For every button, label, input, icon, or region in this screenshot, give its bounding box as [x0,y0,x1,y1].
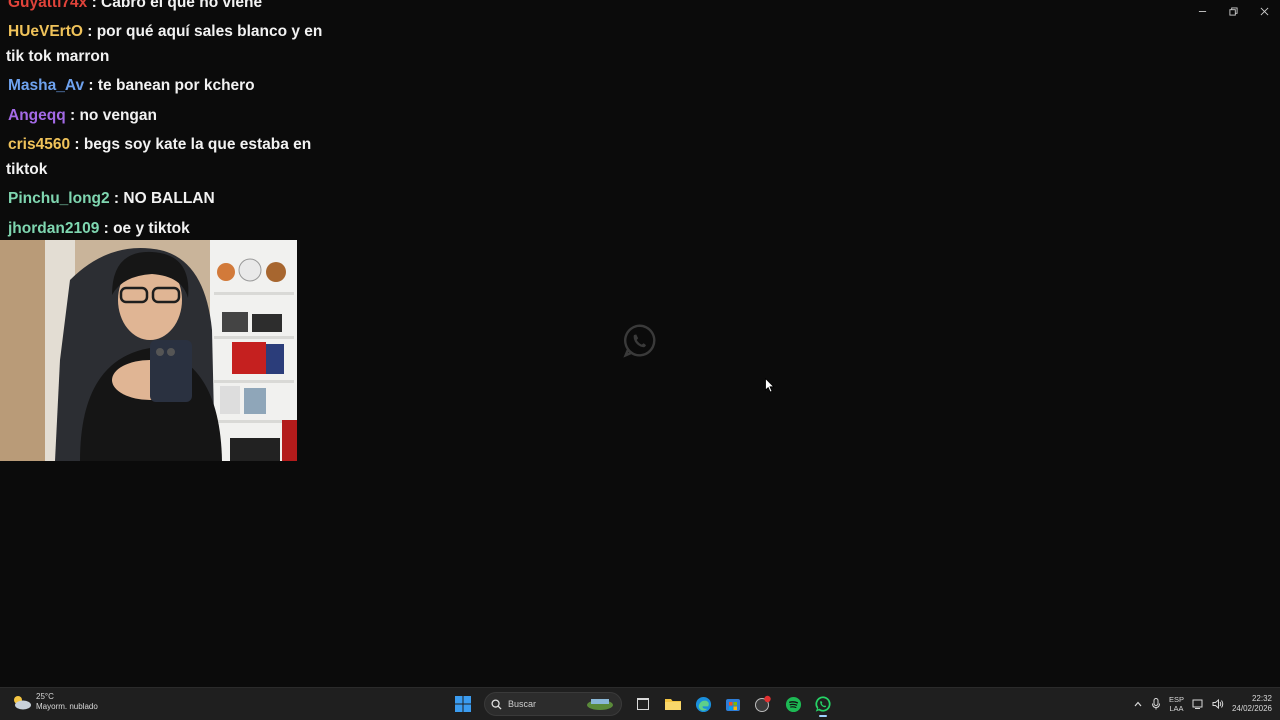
language-line-1: ESP [1168,695,1184,704]
spotify-icon [785,696,801,712]
taskbar-app-whatsapp[interactable] [810,691,836,717]
close-button[interactable] [1249,0,1280,22]
chat-username: Guyatti74x [8,0,88,11]
chat-text: Cabro el que no viene [101,0,263,11]
clock-date: 24/02/2026 [1231,704,1272,713]
whatsapp-icon [815,696,831,712]
mouse-cursor-icon [765,378,775,393]
active-app-indicator [819,715,827,717]
chat-username: jhordan2109 [8,219,100,237]
webcam-feed [0,240,297,461]
screen: Guyatti74x : Cabro el que no viene HUeVE… [0,0,1280,720]
chat-username: HUeVErtO [8,23,83,40]
chat-username: Masha_Av [8,77,85,94]
chat-username: Angeqq [8,106,66,124]
weather-widget[interactable]: 25°C Mayorm. nublado [10,692,98,712]
taskbar-app-terminal[interactable] [630,691,656,717]
chat-overlay: Guyatti74x : Cabro el que no viene HUeVE… [0,0,330,244]
chat-text: no vengan [79,106,157,124]
start-button[interactable] [450,691,476,717]
edge-icon [695,696,711,712]
window-controls [1187,0,1280,22]
taskbar-app-other[interactable] [750,691,776,717]
restore-button[interactable] [1218,0,1249,22]
search-highlight-icon [587,699,613,710]
file-explorer-icon [665,699,681,710]
chat-separator: : [87,0,102,11]
windows-start-icon [455,696,471,712]
chat-message: Pinchu_long2 : NO BALLAN [0,185,330,215]
chat-separator: : [70,136,84,153]
restore-icon [1229,6,1238,16]
minimize-button[interactable] [1187,0,1218,22]
taskbar-search[interactable]: Buscar [484,692,622,716]
chat-message: Masha_Av : te banean por kchero [0,72,330,102]
chevron-up-icon[interactable] [1133,699,1143,709]
chat-username: cris4560 [8,136,71,153]
store-icon [726,699,740,711]
clock[interactable]: 22:32 24/02/2026 [1232,694,1272,714]
search-icon [491,698,502,710]
taskbar-app-spotify[interactable] [780,691,806,717]
chat-text: te banean por kchero [97,77,255,94]
chat-separator: : [65,106,80,124]
clock-time: 22:32 [1251,694,1272,703]
chat-separator: : [99,219,114,237]
taskbar-app-edge[interactable] [690,691,716,717]
chat-username: Pinchu_long2 [8,190,110,207]
language-line-2: LAA [1169,704,1184,713]
volume-icon[interactable] [1212,698,1224,710]
microphone-icon[interactable] [1151,698,1161,710]
chat-separator: : [84,77,98,94]
chat-message: Angeqq : no vengan [0,101,330,131]
chat-text: NO BALLAN [123,190,215,207]
taskbar-app-store[interactable] [720,691,746,717]
app-icon [755,695,771,712]
weather-temp: 25°C [36,692,54,701]
chat-message: cris4560 : begs soy kate la que estaba e… [0,131,330,185]
chat-message: Guyatti74x : Cabro el que no viene [0,0,330,18]
whatsapp-watermark-icon [623,324,656,358]
chat-text: oe y tiktok [113,219,190,237]
taskbar: 25°C Mayorm. nublado Buscar ESP LAA 22:3… [0,687,1280,720]
system-tray: ESP LAA 22:32 24/02/2026 [1133,691,1272,717]
network-icon[interactable] [1192,698,1204,710]
minimize-icon [1198,10,1207,12]
terminal-icon [637,698,649,710]
webcam-image [0,240,297,461]
taskbar-apps: Buscar [450,691,836,717]
language-indicator[interactable]: ESP LAA [1169,695,1184,713]
chat-message: HUeVErtO : por qué aquí sales blanco y e… [0,18,330,72]
cloudy-weather-icon [14,696,31,710]
search-placeholder: Buscar [508,699,537,709]
chat-separator: : [82,23,97,40]
chat-separator: : [109,190,124,207]
close-icon [1260,7,1269,15]
weather-condition: Mayorm. nublado [36,702,98,711]
taskbar-app-explorer[interactable] [660,691,686,717]
